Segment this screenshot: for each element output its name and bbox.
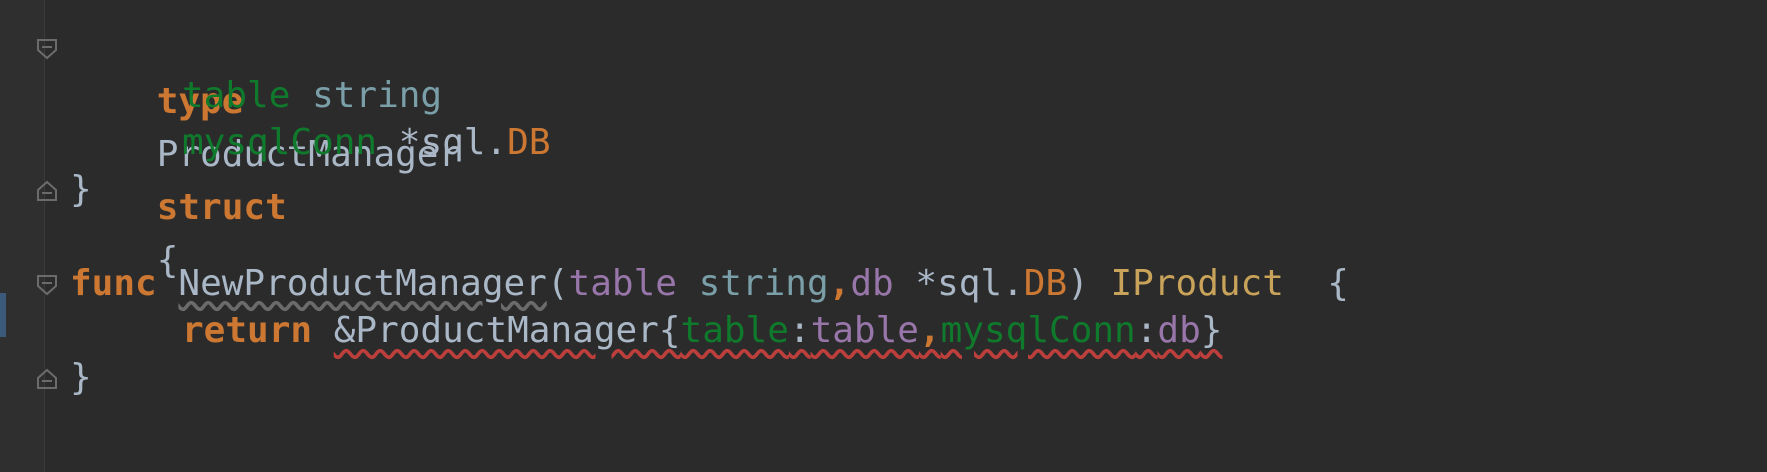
code-line-4[interactable]: } (70, 163, 92, 216)
keyword-return: return (182, 310, 313, 351)
comma: , (918, 310, 941, 351)
field-name: mysqlConn (940, 310, 1136, 351)
function-name: NewProductManager (178, 263, 547, 304)
composite-literal-type: &ProductManager{ (333, 310, 681, 351)
close-brace: } (70, 169, 92, 210)
code-line-1[interactable]: type ProductManager struct { (70, 22, 460, 281)
return-type: IProduct (1110, 263, 1284, 304)
open-brace: { (1327, 263, 1349, 304)
current-line-marker (0, 293, 6, 337)
editor-gutter (0, 0, 45, 472)
field-name: table (680, 310, 789, 351)
pointer-package: *sql. (398, 122, 508, 163)
comma: , (828, 263, 851, 304)
field-name: table (182, 75, 291, 116)
code-line-6[interactable]: return &ProductManager{table:table,mysql… (70, 304, 1222, 357)
param-type: DB (1023, 263, 1068, 304)
fold-open-icon[interactable] (34, 36, 60, 62)
code-line-3[interactable]: mysqlConn *sql.DB (70, 116, 551, 169)
colon: : (788, 310, 811, 351)
code-line-5[interactable]: func NewProductManager(table string,db *… (70, 257, 1349, 310)
fold-close-icon[interactable] (34, 178, 60, 204)
field-type: DB (507, 122, 551, 163)
field-name: mysqlConn (182, 122, 378, 163)
open-paren: ( (546, 263, 569, 304)
code-line-7[interactable]: } (70, 351, 92, 404)
fold-open-icon[interactable] (34, 272, 60, 298)
fold-close-icon[interactable] (34, 366, 60, 392)
close-paren: ) (1067, 263, 1089, 304)
code-line-2[interactable]: table string (70, 69, 442, 122)
param-type: string (698, 263, 829, 304)
field-value: table (810, 310, 919, 351)
field-value: db (1157, 310, 1201, 351)
pointer-package: *sql. (915, 263, 1024, 304)
field-type: string (312, 75, 443, 116)
keyword-struct: struct (156, 187, 287, 228)
colon: : (1135, 310, 1158, 351)
param-name: db (850, 263, 894, 304)
keyword-func: func (70, 263, 157, 304)
param-name: table (568, 263, 677, 304)
code-editor[interactable]: type ProductManager struct { table strin… (0, 0, 1767, 472)
close-brace: } (1200, 310, 1223, 351)
close-brace: } (70, 357, 92, 398)
